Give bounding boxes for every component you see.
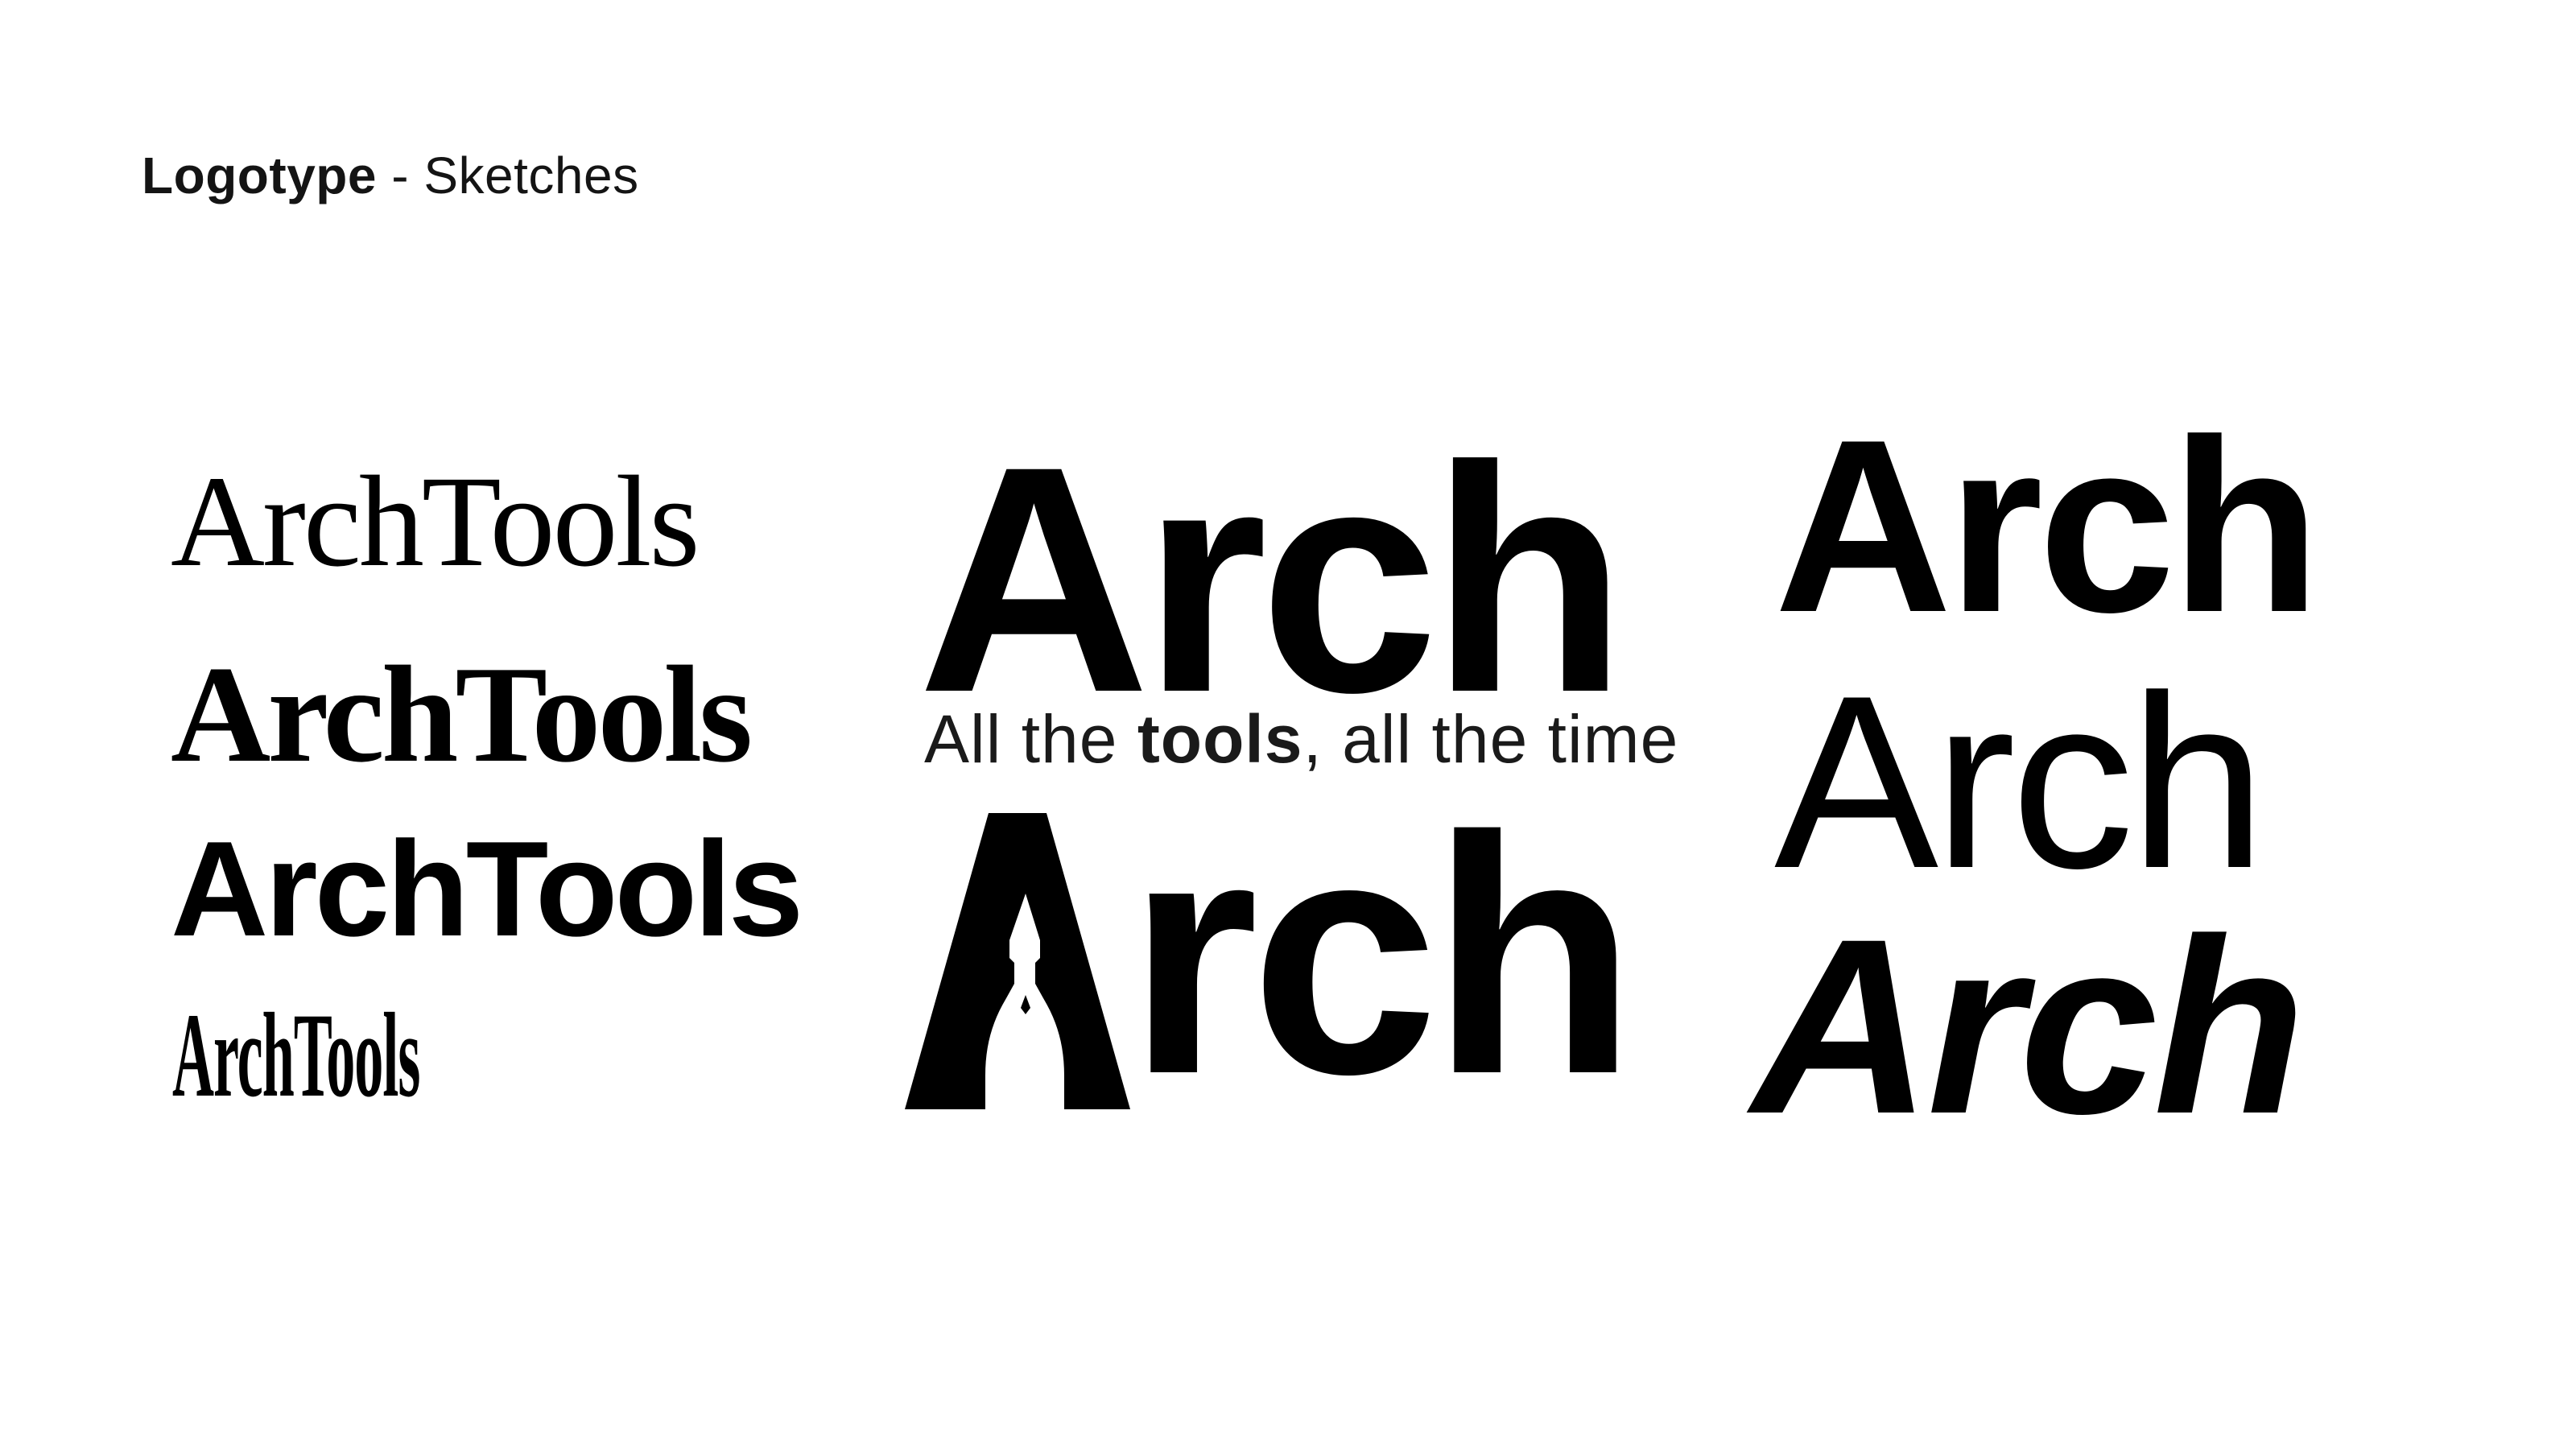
logotype-archtools-condensed: ArchTools	[172, 989, 420, 1122]
page-title-bold: Logotype	[142, 147, 377, 204]
logotype-archtools-serif-bold: ArchTools	[171, 638, 753, 791]
logotype-archtools-sans-bold: ArchTools	[171, 813, 803, 964]
page-title-rest: - Sketches	[376, 147, 639, 204]
logotype-arch-bold: Arch	[1774, 388, 2321, 663]
logotype-arch-regular: Arch	[1774, 644, 2266, 919]
page-title: Logotype - Sketches	[142, 150, 639, 201]
logotype-arch-tool-rest: rch	[1127, 767, 1637, 1145]
tagline-part1: All the	[924, 701, 1137, 777]
logotype-arch-italic: Arch	[1752, 886, 2306, 1166]
tagline: All the tools, all the time	[924, 705, 1678, 773]
logotype-archtools-serif-regular: ArchTools	[171, 450, 700, 594]
tagline-part2: , all the time	[1302, 701, 1679, 777]
logotype-arch-main: Arch	[918, 399, 1627, 759]
pliers-a-icon	[905, 813, 1130, 1109]
tagline-bold: tools	[1137, 701, 1303, 777]
logotype-arch-tool: rch	[905, 787, 1637, 1125]
